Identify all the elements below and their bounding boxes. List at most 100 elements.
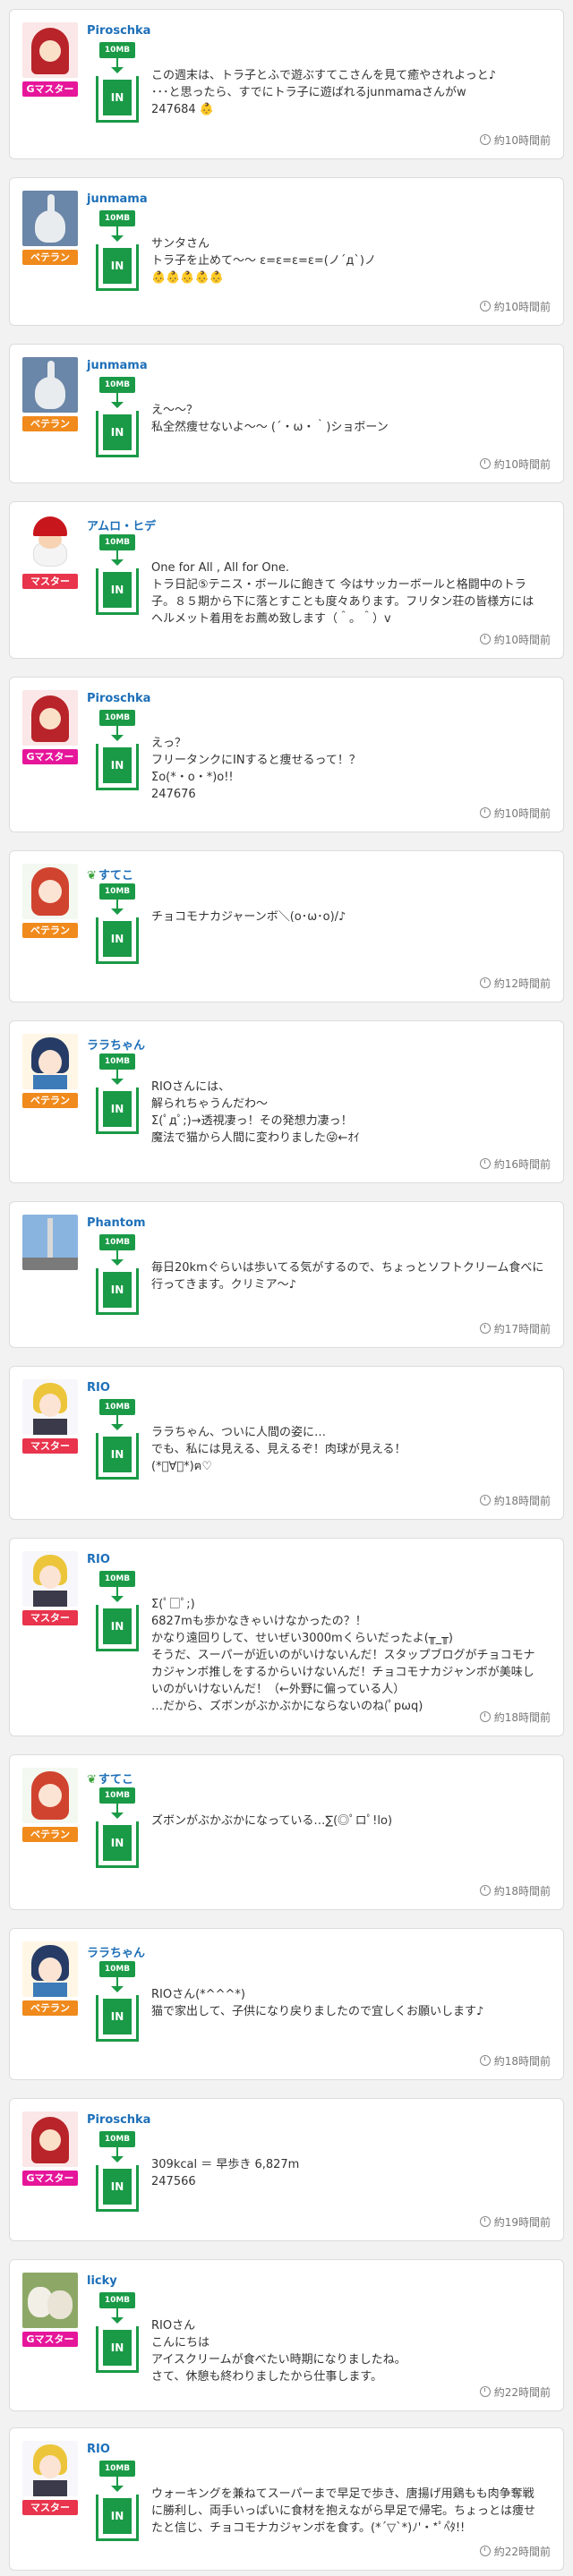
arrow-down-icon [111, 1986, 124, 1992]
tank-icon: IN [96, 76, 139, 123]
username-link[interactable]: ララちゃん [87, 1036, 145, 1053]
username-text: RIO [87, 1381, 110, 1395]
message-line: 247676 [151, 788, 196, 801]
user-avatar[interactable] [22, 2273, 78, 2328]
data-size-badge: 10MB [99, 2292, 135, 2308]
timestamp-text: 約18時間前 [493, 1495, 551, 1507]
tank-icon: IN [96, 1433, 139, 1480]
username-text: junmama [87, 359, 148, 372]
arrow-down-icon [111, 2317, 124, 2324]
message-line: Σ(ﾟ□ﾟ;) [151, 1598, 195, 1611]
clock-icon [479, 977, 491, 988]
username-link[interactable]: Piroschka [87, 24, 150, 38]
message-line: ズボンがぶかぶかになっている…∑(◎ﾟロﾟ!lo) [151, 1814, 393, 1828]
post-card: ベテラン ララちゃん 10MB IN RIOさんには、 解られちゃうんだわ〜 Σ(ﾟдﾟ;)… [9, 1020, 564, 1183]
user-avatar[interactable] [22, 864, 78, 919]
message-line: かなり遠回りして、せいぜい3000mくらいだったよ(╥_╥) [151, 1632, 454, 1645]
username-link[interactable]: RIO [87, 1381, 110, 1395]
timestamp-text: 約10時間前 [493, 134, 551, 147]
arrow-down-icon [111, 2156, 124, 2162]
data-size-badge: 10MB [99, 42, 135, 58]
rank-badge: ベテラン [22, 1827, 78, 1842]
tank-in-label: IN [103, 1437, 132, 1472]
username-text: junmama [87, 192, 148, 206]
username-text: Piroschka [87, 24, 151, 38]
username-link[interactable]: アムロ・ヒデ [87, 516, 156, 533]
user-avatar[interactable] [22, 515, 78, 570]
arrow-down-icon [111, 1596, 124, 1602]
username-text: ララちゃん [87, 1039, 146, 1053]
username-text: ララちゃん [87, 1947, 146, 1960]
username-link[interactable]: ❦ すてこ [87, 866, 133, 883]
user-avatar[interactable] [22, 191, 78, 246]
user-avatar[interactable] [22, 1941, 78, 1997]
rank-badge: Gマスター [22, 2332, 78, 2347]
user-avatar[interactable] [22, 1379, 78, 1435]
user-avatar[interactable] [22, 1551, 78, 1607]
username-text: すてこ [98, 869, 134, 883]
arrow-down-icon [111, 1813, 124, 1819]
username-link[interactable]: Piroschka [87, 2113, 150, 2127]
clock-icon [479, 301, 491, 311]
clock-icon [479, 807, 491, 818]
clock-icon [479, 2546, 491, 2556]
tank-icon: IN [96, 1605, 139, 1651]
message-line: 👶👶👶👶👶 [151, 271, 224, 285]
username-text: Piroschka [87, 692, 151, 705]
clock-icon [479, 1495, 491, 1506]
timestamp-text: 約12時間前 [493, 977, 551, 990]
timestamp: 約18時間前 [479, 1493, 551, 1508]
timestamp-text: 約18時間前 [493, 2055, 551, 2068]
timestamp-text: 約18時間前 [493, 1711, 551, 1724]
user-avatar[interactable] [22, 357, 78, 413]
username-link[interactable]: ララちゃん [87, 1943, 145, 1960]
arrow-down-icon [111, 559, 124, 566]
rank-badge: ベテラン [22, 416, 78, 431]
tank-in-label: IN [103, 1608, 132, 1644]
tank-in-label: IN [103, 572, 132, 608]
user-avatar[interactable] [22, 1768, 78, 1823]
message-line: (*ﾟ∀ﾟ*)ฅ♡ [151, 1460, 212, 1473]
timestamp-text: 約10時間前 [493, 301, 551, 313]
beginner-leaf-icon: ❦ [87, 1773, 97, 1787]
user-avatar[interactable] [22, 2111, 78, 2167]
arrow-stem [116, 1977, 118, 1986]
user-avatar[interactable] [22, 22, 78, 78]
username-link[interactable]: Piroschka [87, 692, 150, 705]
beginner-leaf-icon: ❦ [87, 869, 97, 883]
username-link[interactable]: junmama [87, 192, 148, 206]
rank-badge: Gマスター [22, 749, 78, 764]
user-avatar[interactable] [22, 1215, 78, 1270]
rank-badge: Gマスター [22, 2171, 78, 2186]
rank-badge: ベテラン [22, 2000, 78, 2016]
username-text: アムロ・ヒデ [87, 520, 157, 533]
message-line: トラ日記⑤テニス・ボールに飽きて 今はサッカーボールと格闘中のトラ子。８５期から… [151, 578, 538, 626]
username-link[interactable]: RIO [87, 2443, 110, 2456]
rank-badge: マスター [22, 1610, 78, 1625]
username-link[interactable]: ❦ すてこ [87, 1770, 133, 1787]
arrow-stem [116, 58, 118, 67]
tank-in-label: IN [103, 1091, 132, 1127]
username-link[interactable]: Phantom [87, 1216, 146, 1230]
post-card: ベテラン junmama 10MB IN え〜〜？ 私全然痩せないよ〜〜 (´・ω・｀)シ… [9, 344, 564, 483]
user-avatar[interactable] [22, 690, 78, 746]
timestamp-text: 約17時間前 [493, 1323, 551, 1335]
tank-icon: IN [96, 2495, 139, 2541]
username-text: Phantom [87, 1216, 146, 1230]
timestamp: 約22時間前 [479, 2384, 551, 2400]
message-line: ララちゃん、ついに人間の姿に… [151, 1426, 327, 1439]
username-link[interactable]: junmama [87, 359, 148, 372]
username-link[interactable]: licky [87, 2274, 117, 2288]
username-link[interactable]: RIO [87, 1553, 110, 1566]
user-avatar[interactable] [22, 1034, 78, 1089]
post-card: ベテラン ❦ すてこ 10MB IN ズボンがぶかぶかになっている…∑(◎ﾟロﾟ!lo) 約… [9, 1754, 564, 1910]
user-avatar[interactable] [22, 2441, 78, 2496]
data-size-badge: 10MB [99, 377, 135, 393]
arrow-down-icon [111, 402, 124, 408]
username-text: RIO [87, 1553, 110, 1566]
clock-icon [479, 2216, 491, 2227]
timeline-feed: Gマスター Piroschka 10MB IN この週末は、トラ子とふで遊ぶすてこさんを… [0, 0, 573, 2576]
message-body: RIOさん(*^^^*) 猫で家出して、子供になり戻りましたので宜しくお願いします… [151, 1986, 545, 2020]
message-body: ララちゃん、ついに人間の姿に… でも、私には見える、見えるぞ！肉球が見える！ (*ﾟ… [151, 1424, 545, 1475]
message-body: え〜〜？ 私全然痩せないよ〜〜 (´・ω・｀)ショボーン [151, 402, 545, 436]
